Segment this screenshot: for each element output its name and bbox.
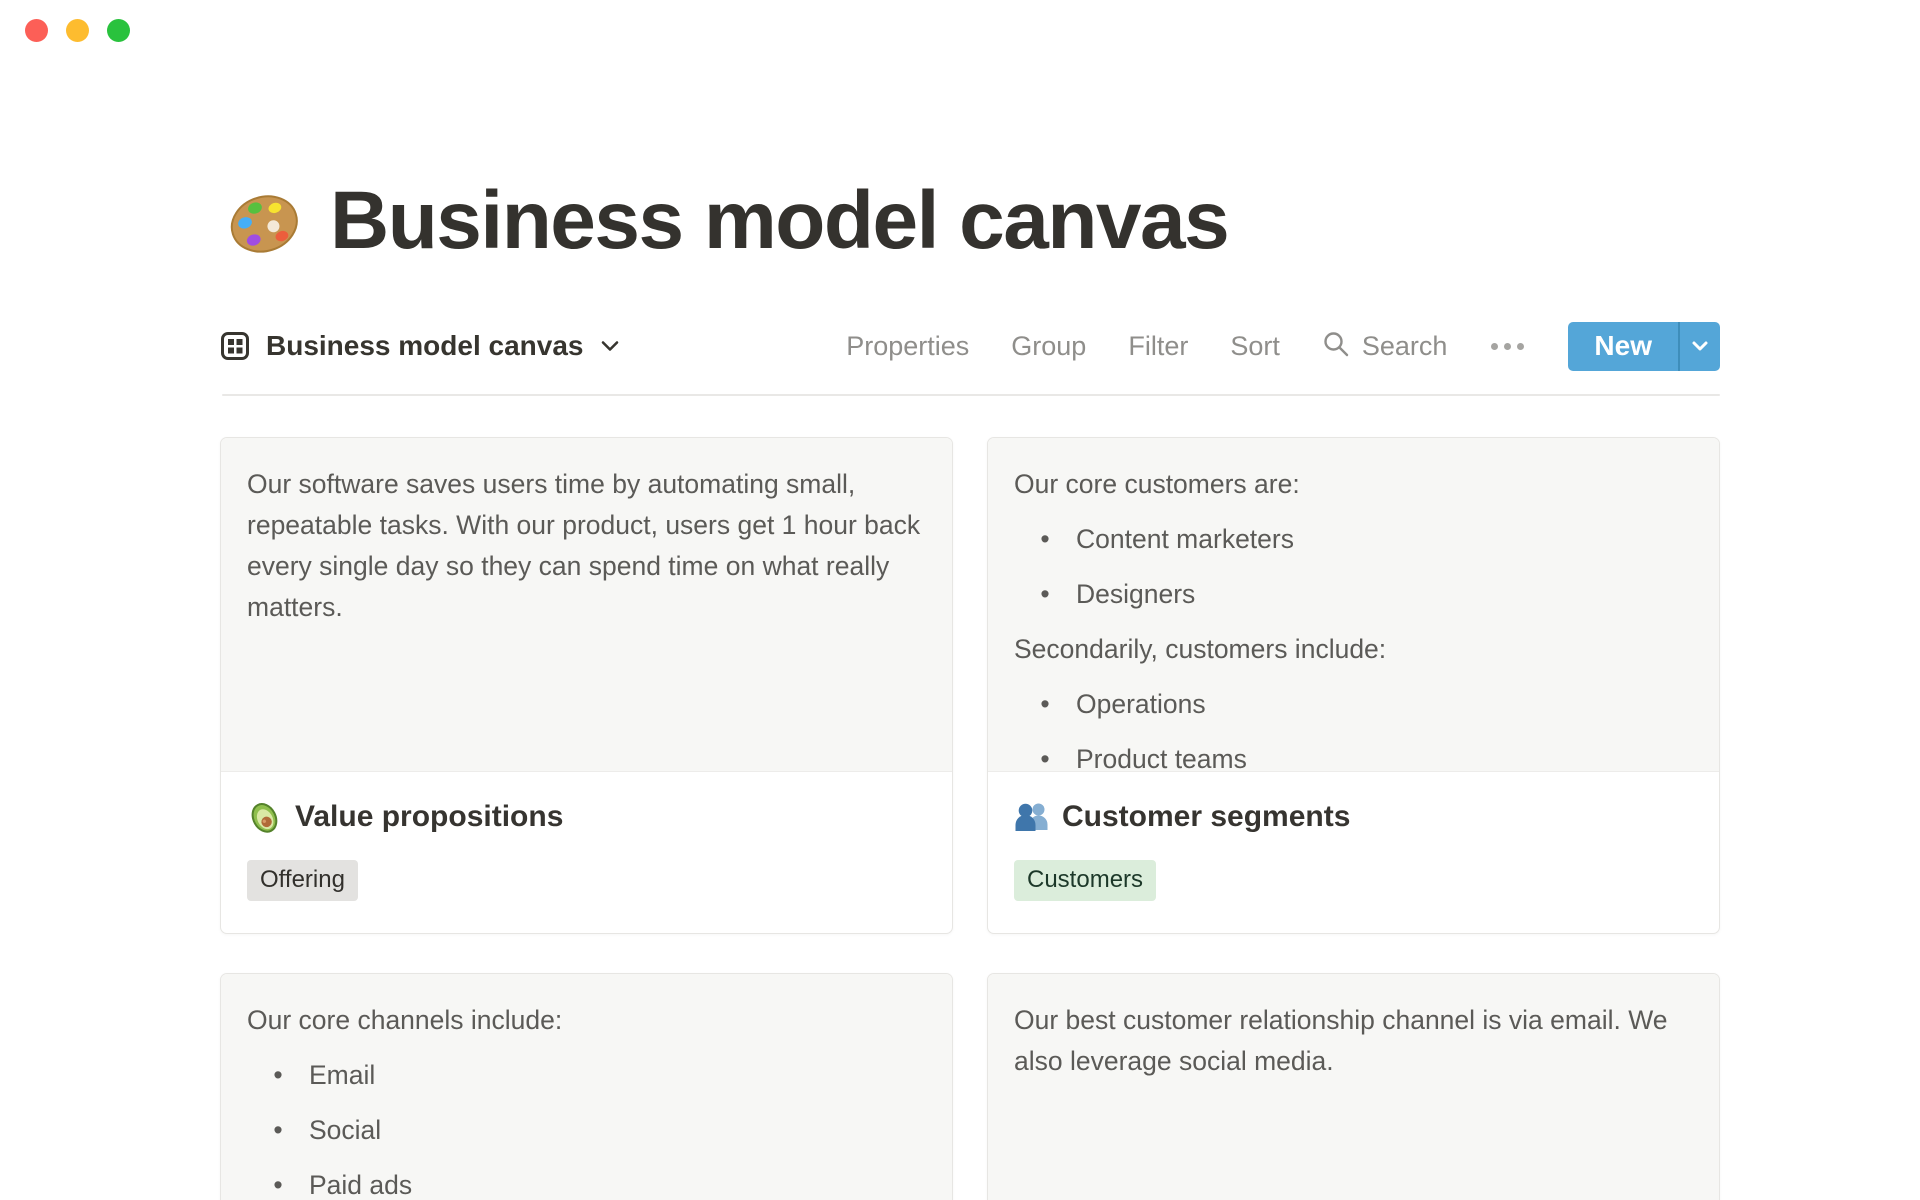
toolbar-actions: Properties Group Filter Sort Search New bbox=[846, 321, 1720, 371]
bullet-icon: • bbox=[273, 1170, 283, 1200]
toolbar-divider bbox=[222, 394, 1720, 396]
busts-in-silhouette-emoji bbox=[1014, 800, 1048, 834]
search-icon bbox=[1322, 330, 1350, 363]
preview-paragraph: Our software saves users time by automat… bbox=[247, 469, 921, 622]
view-switcher[interactable]: Business model canvas bbox=[220, 330, 621, 362]
bulleted-list-item: • Product teams bbox=[1014, 739, 1693, 772]
card-preview: Our core channels include: • Email • Social •… bbox=[221, 974, 952, 1200]
tag-badge: Customers bbox=[1014, 860, 1157, 901]
card-title: Customer segments bbox=[1014, 800, 1693, 834]
card-footer: Value propositions Offering bbox=[221, 772, 952, 923]
bullet-text: Email bbox=[309, 1060, 376, 1090]
avocado-emoji bbox=[247, 800, 281, 834]
bullet-text: Product teams bbox=[1076, 744, 1247, 772]
properties-button[interactable]: Properties bbox=[846, 331, 969, 362]
search-button[interactable]: Search bbox=[1322, 330, 1448, 363]
window-controls bbox=[25, 19, 130, 42]
page-title[interactable]: Business model canvas bbox=[330, 175, 1230, 266]
minimize-button[interactable] bbox=[66, 19, 89, 42]
bulleted-list-item: • Paid ads bbox=[247, 1165, 926, 1200]
view-toolbar: Business model canvas Properties Group F… bbox=[220, 320, 1720, 372]
filter-button[interactable]: Filter bbox=[1128, 331, 1188, 362]
more-options-button[interactable] bbox=[1489, 337, 1526, 356]
bullet-icon: • bbox=[1040, 579, 1050, 609]
view-name: Business model canvas bbox=[266, 330, 584, 361]
bullet-icon: • bbox=[1040, 689, 1050, 719]
group-button[interactable]: Group bbox=[1011, 331, 1086, 362]
notion-window: Business model canvas Business model can… bbox=[0, 0, 1920, 1200]
card-preview: Our best customer relationship channel i… bbox=[988, 974, 1719, 1200]
bulleted-list-item: • Operations bbox=[1014, 684, 1693, 725]
bullet-icon: • bbox=[273, 1115, 283, 1145]
page-header: Business model canvas bbox=[222, 175, 1230, 266]
gallery-grid: Our software saves users time by automat… bbox=[220, 437, 1720, 1200]
card-title-text: Value propositions bbox=[295, 800, 564, 833]
bullet-text: Paid ads bbox=[309, 1170, 413, 1200]
bullet-icon: • bbox=[273, 1060, 283, 1090]
value-propositions-card[interactable]: Our software saves users time by automat… bbox=[220, 437, 953, 934]
bulleted-list-item: • Email bbox=[247, 1055, 926, 1096]
customer-relationships-card[interactable]: Our best customer relationship channel i… bbox=[987, 973, 1720, 1200]
zoom-button[interactable] bbox=[107, 19, 130, 42]
tag-badge: Offering bbox=[247, 860, 358, 901]
bulleted-list-item: • Content marketers bbox=[1014, 519, 1693, 560]
channels-card[interactable]: Our core channels include: • Email • Social •… bbox=[220, 973, 953, 1200]
bullet-text: Operations bbox=[1076, 689, 1206, 719]
card-preview: Our core customers are: • Content marketer… bbox=[988, 438, 1719, 772]
card-tags: Customers bbox=[1014, 860, 1693, 901]
bulleted-list-item: • Social bbox=[247, 1110, 926, 1151]
preview-paragraph: Secondarily, customers include: bbox=[1014, 634, 1387, 664]
card-title: Value propositions bbox=[247, 800, 926, 834]
card-tags: Offering bbox=[247, 860, 926, 901]
gallery-view-icon bbox=[220, 331, 250, 361]
sort-button[interactable]: Sort bbox=[1230, 331, 1280, 362]
bullet-text: Content marketers bbox=[1076, 524, 1294, 554]
palette-emoji[interactable] bbox=[222, 179, 306, 263]
bullet-text: Social bbox=[309, 1115, 382, 1145]
new-dropdown-button[interactable] bbox=[1678, 321, 1720, 371]
search-label: Search bbox=[1361, 330, 1448, 361]
bullet-text: Designers bbox=[1076, 579, 1196, 609]
chevron-down-icon bbox=[599, 335, 621, 357]
customer-segments-card[interactable]: Our core customers are: • Content marketer… bbox=[987, 437, 1720, 934]
bullet-icon: • bbox=[1040, 524, 1050, 554]
close-button[interactable] bbox=[25, 19, 48, 42]
card-title-text: Customer segments bbox=[1062, 800, 1351, 833]
card-preview: Our software saves users time by automat… bbox=[221, 438, 952, 772]
bulleted-list-item: • Designers bbox=[1014, 574, 1693, 615]
preview-paragraph: Our best customer relationship channel i… bbox=[1014, 1005, 1668, 1076]
bullet-icon: • bbox=[1040, 744, 1050, 772]
card-footer: Customer segments Customers bbox=[988, 772, 1719, 923]
new-button-group: New bbox=[1568, 321, 1720, 371]
new-button[interactable]: New bbox=[1568, 322, 1678, 371]
preview-paragraph: Our core customers are: bbox=[1014, 469, 1300, 499]
ellipsis-icon bbox=[1491, 342, 1499, 350]
preview-paragraph: Our core channels include: bbox=[247, 1005, 563, 1035]
